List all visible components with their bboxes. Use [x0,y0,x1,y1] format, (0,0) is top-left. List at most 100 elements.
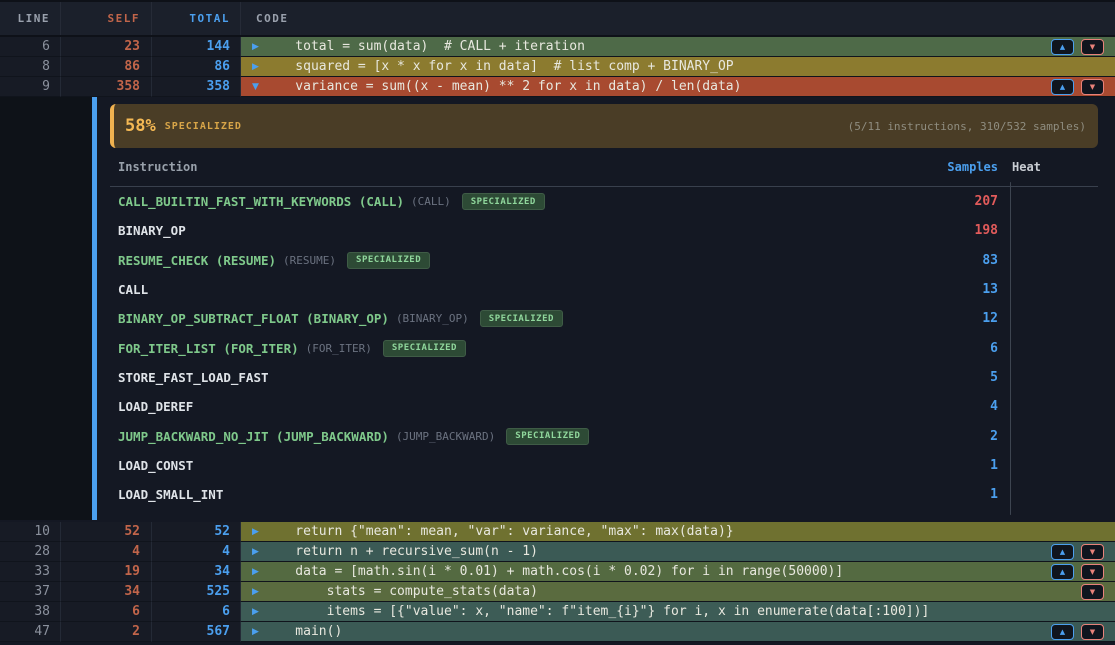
column-header-heat: Heat [1010,160,1098,174]
panel-gutter [0,97,92,520]
specialized-label: SPECIALIZED [165,121,242,132]
instruction-row: CALL 13 [110,275,1098,304]
expand-toggle-icon[interactable]: ▶ [252,602,259,621]
expand-toggle-icon[interactable]: ▶ [252,582,259,601]
instruction-row: JUMP_BACKWARD_NO_JIT (JUMP_BACKWARD) (JU… [110,421,1098,450]
expand-toggle-icon[interactable]: ▶ [252,37,259,56]
expand-toggle-icon[interactable]: ▶ [252,542,259,561]
instruction-row: LOAD_SMALL_INT 1 [110,480,1098,509]
instruction-name: LOAD_DEREF [118,399,193,414]
expand-toggle-icon[interactable]: ▶ [252,562,259,581]
code-cell[interactable]: ▶ return {"mean": mean, "var": variance,… [241,522,1115,542]
self-samples: 19 [61,562,152,582]
code-text: items = [{"value": x, "name": f"item_{i}… [264,602,929,621]
code-cell[interactable]: ▼ variance = sum((x - mean) ** 2 for x i… [241,77,1115,97]
instruction-row: LOAD_DEREF 4 [110,392,1098,421]
code-line-row: 9 358 358 ▼ variance = sum((x - mean) **… [0,77,1115,97]
jump-up-button[interactable]: ▲ [1051,39,1074,55]
row-nav-buttons: ▲ ▼ [1051,79,1104,95]
code-line-row: 6 23 144 ▶ total = sum(data) # CALL + it… [0,37,1115,57]
row-nav-buttons: ▲ ▼ [1051,624,1104,640]
instruction-name: LOAD_SMALL_INT [118,487,223,502]
line-number: 33 [0,562,61,582]
instruction-row: LOAD_CONST 1 [110,451,1098,480]
self-samples: 358 [61,77,152,97]
heat-bar-track [1010,475,1011,515]
instruction-name: JUMP_BACKWARD_NO_JIT (JUMP_BACKWARD) [118,429,389,444]
instruction-row: BINARY_OP_SUBTRACT_FLOAT (BINARY_OP) (BI… [110,304,1098,333]
expand-toggle-icon[interactable]: ▶ [252,57,259,76]
self-samples: 86 [61,57,152,77]
column-header-code: CODE [241,2,1115,35]
instruction-base-name: (FOR_ITER) [306,342,372,355]
column-header-total: TOTAL [152,2,241,35]
expand-toggle-icon[interactable]: ▼ [252,77,259,96]
jump-up-button[interactable]: ▲ [1051,564,1074,580]
instruction-sample-count: 83 [878,253,998,268]
jump-up-button[interactable]: ▲ [1051,79,1074,95]
expand-toggle-icon[interactable]: ▶ [252,522,259,541]
line-number: 9 [0,77,61,97]
code-cell[interactable]: ▶ data = [math.sin(i * 0.01) + math.cos(… [241,562,1115,582]
code-text: return {"mean": mean, "var": variance, "… [264,522,734,541]
instruction-sample-count: 1 [878,487,998,502]
specialized-badge: SPECIALIZED [347,252,430,269]
code-cell[interactable]: ▶ items = [{"value": x, "name": f"item_{… [241,602,1115,622]
total-samples: 86 [152,57,241,77]
line-number: 37 [0,582,61,602]
instruction-row: BINARY_OP 198 [110,216,1098,245]
instruction-name: CALL_BUILTIN_FAST_WITH_KEYWORDS (CALL) [118,194,404,209]
code-cell[interactable]: ▶ return n + recursive_sum(n - 1) ▲ ▼ [241,542,1115,562]
panel-content: 58% SPECIALIZED (5/11 instructions, 310/… [97,97,1115,520]
code-cell[interactable]: ▶ stats = compute_stats(data) ▼ [241,582,1115,602]
code-line-row: 38 6 6 ▶ items = [{"value": x, "name": f… [0,602,1115,622]
instruction-name: BINARY_OP [118,223,186,238]
line-number: 47 [0,622,61,642]
instruction-base-name: (RESUME) [283,254,336,267]
code-line-row: 8 86 86 ▶ squared = [x * x for x in data… [0,57,1115,77]
total-samples: 525 [152,582,241,602]
instruction-name: LOAD_CONST [118,458,193,473]
instruction-rows: CALL_BUILTIN_FAST_WITH_KEYWORDS (CALL) (… [110,187,1098,509]
line-number: 28 [0,542,61,562]
line-number: 8 [0,57,61,77]
instruction-base-name: (CALL) [411,195,451,208]
code-text: main() [264,622,342,641]
column-header-instruction: Instruction [110,160,878,174]
total-samples: 358 [152,77,241,97]
jump-down-button[interactable]: ▼ [1081,624,1104,640]
code-text: squared = [x * x for x in data] # list c… [264,57,734,76]
jump-up-button[interactable]: ▲ [1051,544,1074,560]
jump-down-button[interactable]: ▼ [1081,39,1104,55]
total-samples: 567 [152,622,241,642]
instruction-sample-count: 13 [878,282,998,297]
instruction-base-name: (JUMP_BACKWARD) [396,430,495,443]
column-header-samples[interactable]: Samples [878,160,998,174]
instruction-sample-count: 198 [878,223,998,238]
specialized-percent: 58% [125,116,156,136]
instruction-row: FOR_ITER_LIST (FOR_ITER) (FOR_ITER) SPEC… [110,333,1098,362]
total-samples: 6 [152,602,241,622]
code-line-row: 28 4 4 ▶ return n + recursive_sum(n - 1)… [0,542,1115,562]
instruction-row: RESUME_CHECK (RESUME) (RESUME) SPECIALIZ… [110,246,1098,275]
code-text: stats = compute_stats(data) [264,582,538,601]
expand-toggle-icon[interactable]: ▶ [252,622,259,641]
jump-down-button[interactable]: ▼ [1081,564,1104,580]
code-cell[interactable]: ▶ total = sum(data) # CALL + iteration ▲… [241,37,1115,57]
specialized-badge: SPECIALIZED [462,193,545,210]
instruction-sample-count: 12 [878,311,998,326]
total-samples: 52 [152,522,241,542]
instruction-sample-count: 4 [878,399,998,414]
instruction-row: STORE_FAST_LOAD_FAST 5 [110,363,1098,392]
code-cell[interactable]: ▶ squared = [x * x for x in data] # list… [241,57,1115,77]
jump-up-button[interactable]: ▲ [1051,624,1074,640]
code-text: data = [math.sin(i * 0.01) + math.cos(i … [264,562,843,581]
jump-down-button[interactable]: ▼ [1081,544,1104,560]
code-line-row: 33 19 34 ▶ data = [math.sin(i * 0.01) + … [0,562,1115,582]
jump-down-button[interactable]: ▼ [1081,584,1104,600]
jump-down-button[interactable]: ▼ [1081,79,1104,95]
code-rows-bottom: 10 52 52 ▶ return {"mean": mean, "var": … [0,522,1115,642]
code-rows-top: 6 23 144 ▶ total = sum(data) # CALL + it… [0,37,1115,97]
code-cell[interactable]: ▶ main() ▲ ▼ [241,622,1115,642]
code-line-row: 37 34 525 ▶ stats = compute_stats(data) … [0,582,1115,602]
